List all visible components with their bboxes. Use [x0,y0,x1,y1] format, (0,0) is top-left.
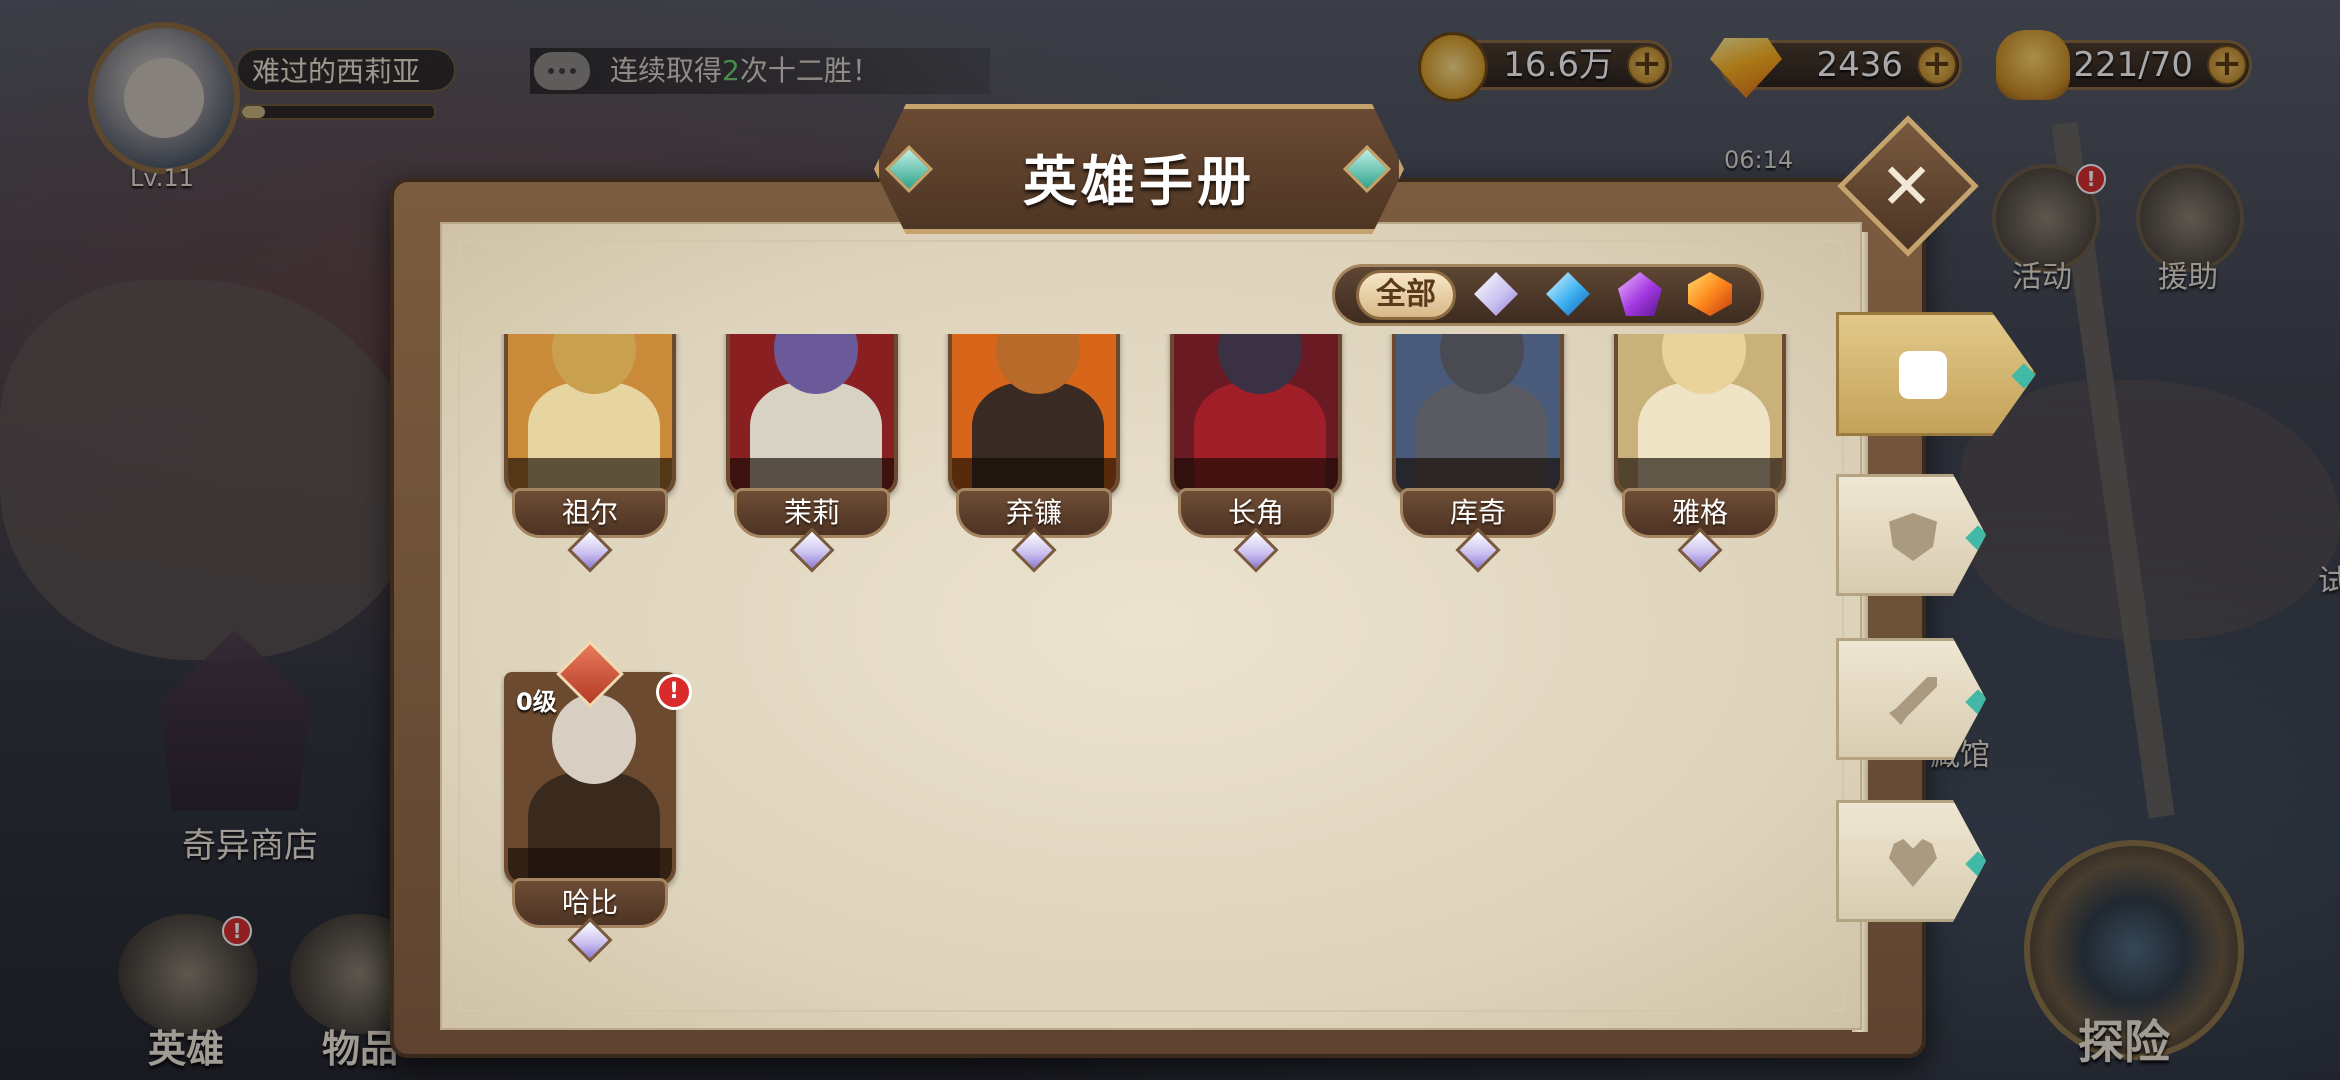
portrait-shade [952,458,1116,492]
hero-card[interactable]: 0级 哈比! [504,640,692,980]
portrait-shade [1396,458,1560,492]
sword-icon [1889,677,1937,725]
portrait-shade [730,458,894,492]
filter-all-button[interactable]: 全部 [1356,270,1456,320]
hero-portrait-frame: 0级 [1392,334,1564,496]
hero-portrait-frame: 0级 [948,334,1120,496]
hero-card[interactable]: 0级库奇 [1392,334,1564,590]
hero-card[interactable]: 0级雅格 [1614,334,1786,590]
hero-level: 0级 [516,688,557,716]
hero-portrait-frame: 0级 [726,334,898,496]
heart-icon [1889,839,1937,887]
portrait-shade [508,458,672,492]
hero-portrait-frame: 0级 [1170,334,1342,496]
hero-card[interactable]: 0级长角 [1170,334,1342,590]
portrait-shade [1174,458,1338,492]
grid-icon [1899,351,1947,399]
hero-portrait-frame: 0级 [1614,334,1786,496]
hero-card[interactable]: 0级茉莉 [726,334,898,590]
hero-head [552,694,636,784]
hero-grid: 0级祖尔 0级茉莉 0级弃镰 0级长角 0级库奇 0级雅格 0级哈比! [500,334,1800,1014]
hero-card[interactable]: 0级祖尔 [504,334,676,590]
hero-card[interactable]: 0级弃镰 [948,334,1120,590]
portrait-shade [1618,458,1782,492]
dialog-title-plate: 英雄手册 [874,104,1404,234]
shield-icon [1889,513,1937,561]
hero-portrait-frame: 0级 [504,334,676,496]
hero-alert-icon: ! [656,674,692,710]
close-icon: ✕ [1879,150,1934,225]
portrait-shade [508,848,672,882]
dialog-title: 英雄手册 [1023,150,1255,213]
